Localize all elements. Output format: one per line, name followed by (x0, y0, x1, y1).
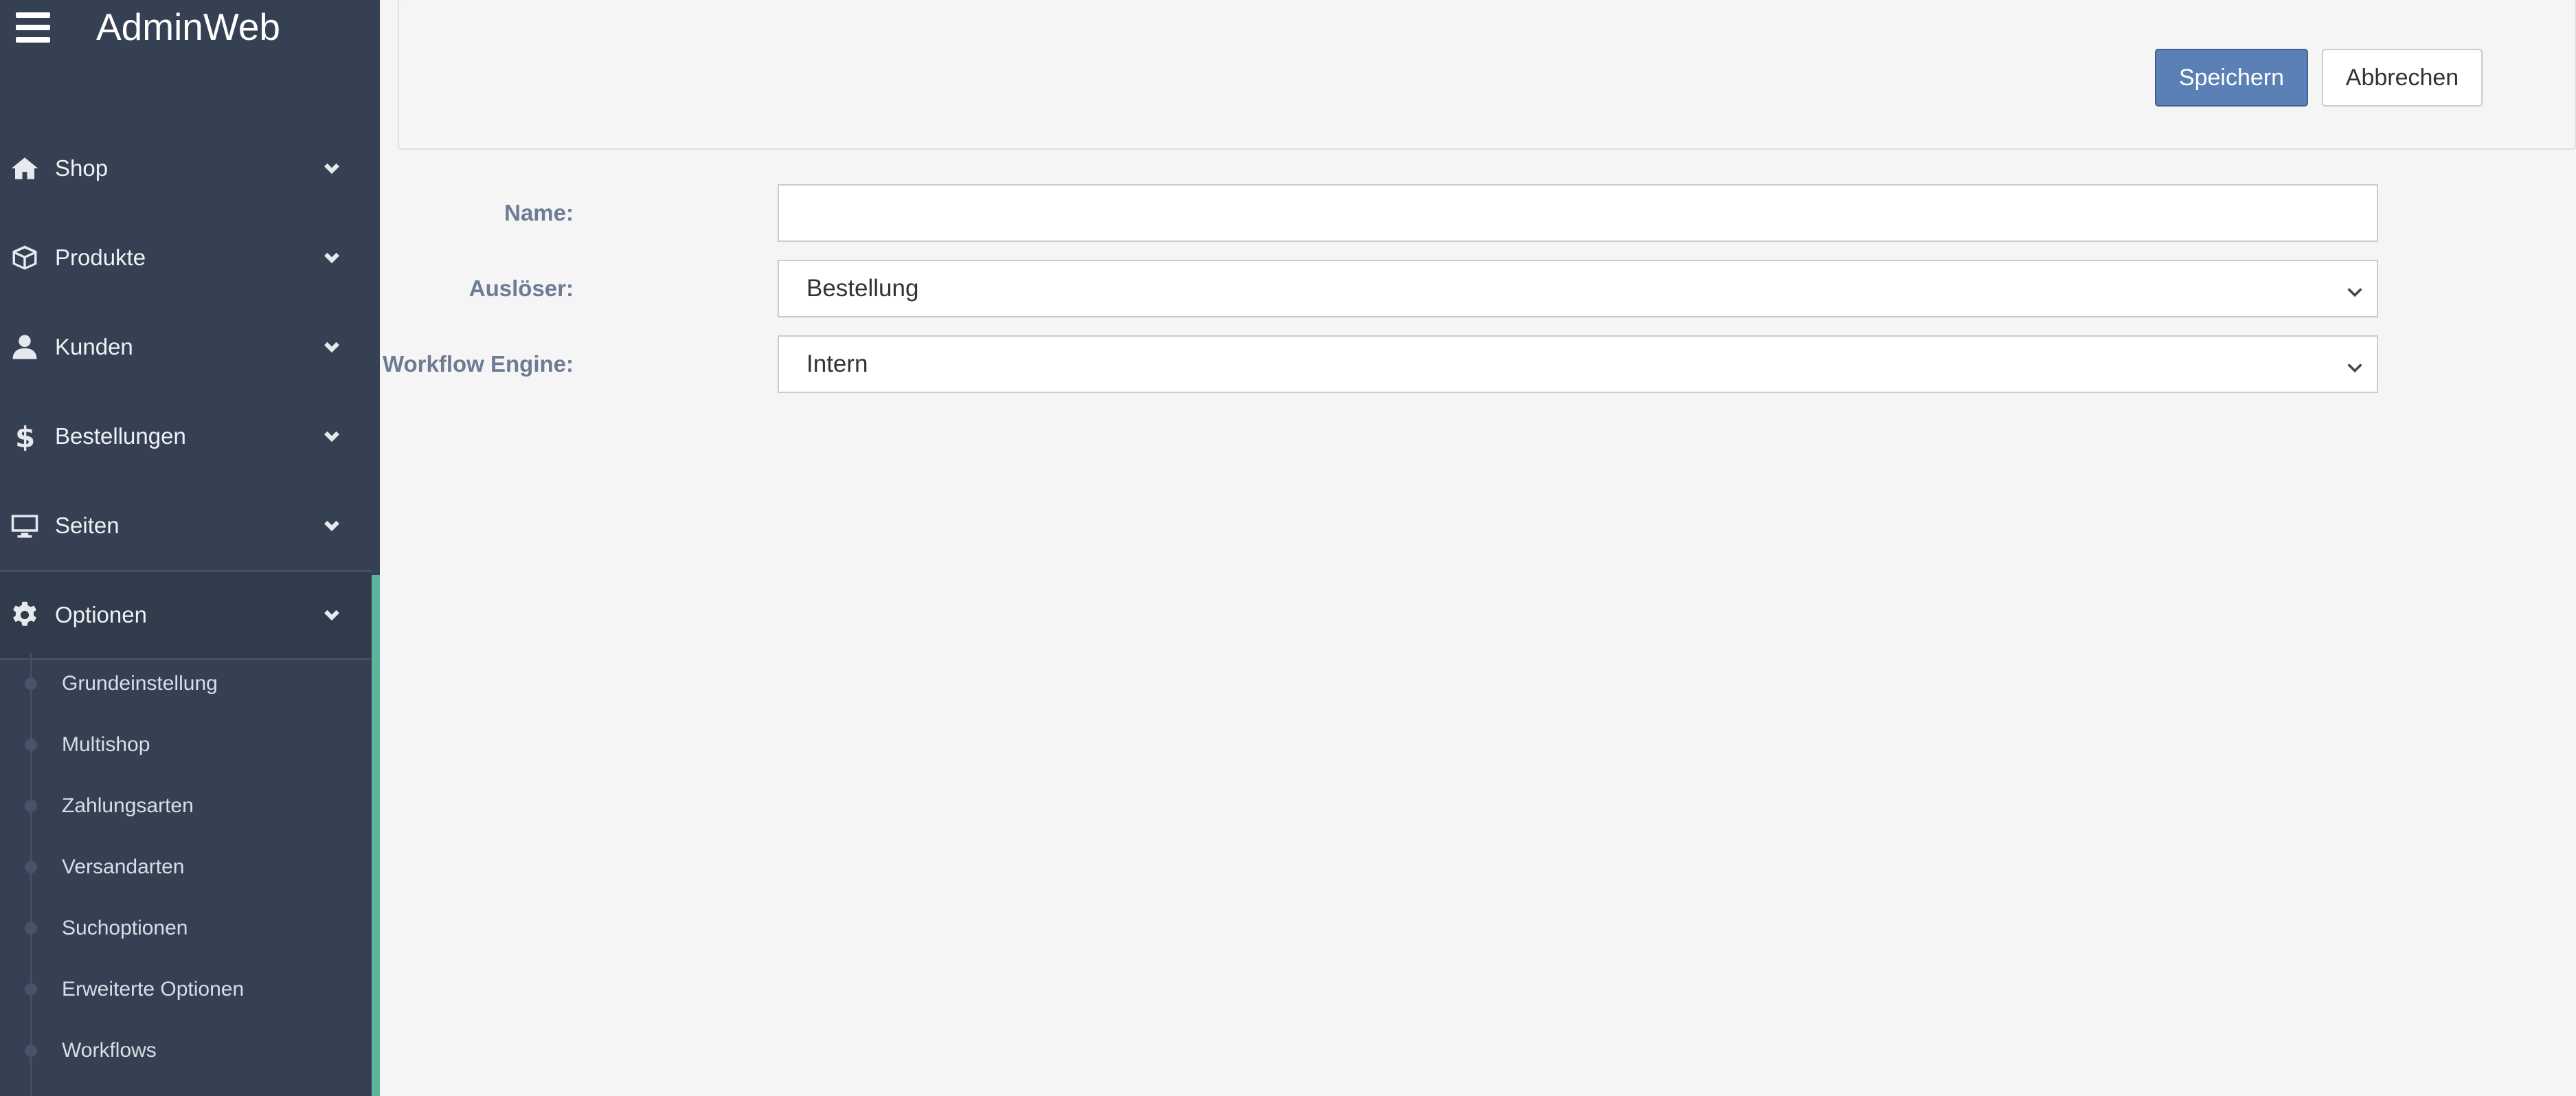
sidebar-item-produkte[interactable]: Produkte (0, 213, 372, 302)
chevron-down-icon (2345, 280, 2364, 300)
sidebar-item-optionen[interactable]: Optionen (0, 570, 372, 660)
sidebar-item-label: Bestellungen (55, 423, 186, 449)
trigger-label: Auslöser: (468, 276, 574, 301)
home-icon (10, 153, 40, 183)
name-input[interactable] (778, 184, 2378, 242)
menu-toggle-icon[interactable] (16, 12, 50, 43)
submenu-item-label: Multishop (62, 732, 150, 756)
chevron-down-icon (321, 337, 342, 357)
sidebar-item-bestellungen[interactable]: $ Bestellungen (0, 392, 372, 481)
sidebar-item-label: Produkte (55, 245, 146, 270)
box-icon (10, 243, 40, 273)
action-bar: Speichern Abbrechen (398, 0, 2576, 150)
submenu-item-label: Workflows (62, 1038, 157, 1062)
submenu-item-versandarten[interactable]: Versandarten (0, 836, 372, 897)
bullet-dot-icon (25, 983, 37, 996)
sidebar-item-label: Optionen (55, 602, 147, 627)
chevron-down-icon (321, 426, 342, 447)
sidebar: AdminWeb Shop Produkte Kunden $ Bestellu… (0, 0, 380, 1096)
bullet-dot-icon (25, 921, 37, 935)
form-row-engine: Workflow Engine: Intern (380, 335, 2576, 393)
app-title: AdminWeb (96, 5, 280, 48)
bullet-dot-icon (25, 799, 37, 812)
engine-label: Workflow Engine: (382, 351, 574, 377)
chevron-down-icon (321, 158, 342, 179)
monitor-icon (10, 511, 40, 541)
bullet-dot-icon (25, 1044, 37, 1057)
chevron-down-icon (321, 605, 342, 625)
chevron-down-icon (321, 515, 342, 536)
trigger-select[interactable]: Bestellung (778, 260, 2378, 317)
sidebar-item-label: Seiten (55, 513, 120, 538)
active-section-indicator (372, 575, 380, 1096)
submenu-item-label: Suchoptionen (62, 916, 188, 939)
sidebar-item-seiten[interactable]: Seiten (0, 481, 372, 570)
optionen-submenu: Grundeinstellung Multishop Zahlungsarten… (0, 653, 372, 1096)
submenu-item-label: Zahlungsarten (62, 794, 194, 817)
chevron-down-icon (2345, 356, 2364, 375)
submenu-item-label: Versandarten (62, 855, 185, 878)
engine-select[interactable]: Intern (778, 335, 2378, 393)
bullet-dot-icon (25, 677, 37, 690)
engine-select-value: Intern (806, 350, 868, 377)
sidebar-item-label: Kunden (55, 334, 133, 359)
dollar-icon: $ (10, 421, 40, 451)
sidebar-item-shop[interactable]: Shop (0, 124, 372, 213)
sidebar-item-kunden[interactable]: Kunden (0, 302, 372, 392)
submenu-item-suchoptionen[interactable]: Suchoptionen (0, 897, 372, 959)
chevron-down-icon (321, 247, 342, 268)
svg-text:$: $ (15, 422, 35, 451)
submenu-item-label: Grundeinstellung (62, 671, 218, 695)
trigger-select-value: Bestellung (806, 275, 919, 302)
save-button[interactable]: Speichern (2155, 49, 2308, 107)
form-row-trigger: Auslöser: Bestellung (380, 260, 2576, 317)
sidebar-header: AdminWeb (0, 0, 372, 82)
sidebar-item-label: Shop (55, 155, 109, 181)
submenu-item-workflows[interactable]: Workflows (0, 1020, 372, 1081)
bullet-dot-icon (25, 738, 37, 751)
user-icon (10, 332, 40, 362)
submenu-item-erweiterte-optionen[interactable]: Erweiterte Optionen (0, 959, 372, 1020)
submenu-item-label: Erweiterte Optionen (62, 977, 245, 1000)
main-content: Speichern Abbrechen Name: Auslöser: Best… (380, 0, 2576, 1096)
bullet-dot-icon (25, 860, 37, 873)
cancel-button[interactable]: Abbrechen (2322, 49, 2483, 107)
submenu-item-grundeinstellung[interactable]: Grundeinstellung (0, 653, 372, 714)
form-row-name: Name: (380, 184, 2576, 242)
submenu-item-multishop[interactable]: Multishop (0, 714, 372, 775)
name-label: Name: (504, 200, 574, 225)
gear-icon (10, 600, 40, 630)
submenu-item-zahlungsarten[interactable]: Zahlungsarten (0, 775, 372, 836)
